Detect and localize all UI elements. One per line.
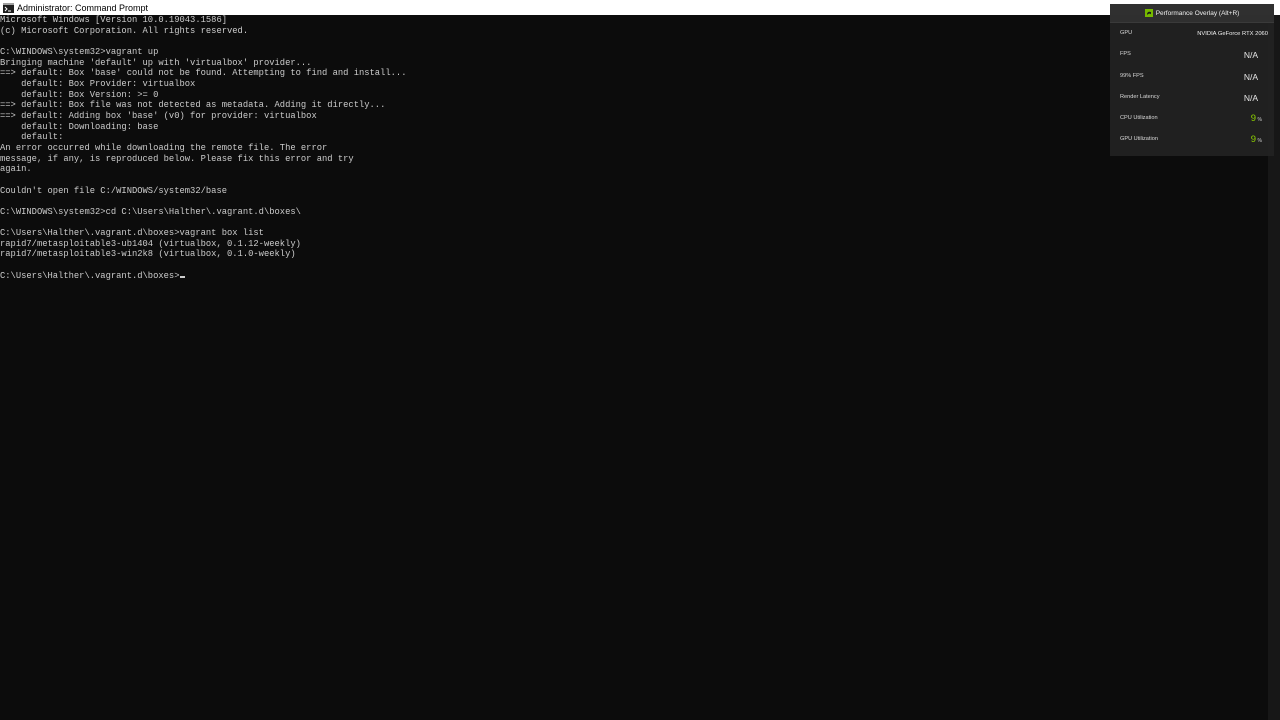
console-line: Bringing machine 'default' up with 'virt… — [0, 57, 312, 68]
console-line: An error occurred while downloading the … — [0, 142, 328, 153]
gpu-label: GPU — [1120, 30, 1133, 36]
render-latency-value: N/A — [1243, 92, 1258, 103]
gpu-utilization-unit: % — [1257, 138, 1262, 145]
console-output[interactable]: Microsoft Windows [Version 10.0.19043.15… — [0, 15, 1268, 720]
command-prompt: C:\Users\Halther\.vagrant.d\boxes> — [0, 270, 180, 281]
console-line: C:\Users\Halther\.vagrant.d\boxes>vagran… — [0, 228, 264, 239]
overlay-title: Performance Overlay (Alt+R) — [1155, 9, 1240, 17]
console-line: (c) Microsoft Corporation. All rights re… — [0, 25, 249, 36]
cpu-utilization-value: 9 — [1250, 113, 1256, 125]
performance-overlay: Performance Overlay (Alt+R) GPU NVIDIA G… — [1110, 4, 1274, 156]
fps-label: FPS — [1120, 51, 1131, 58]
console-line: Couldn't open file C:/WINDOWS/system32/b… — [0, 185, 227, 196]
console-line: rapid7/metasploitable3-ub1404 (virtualbo… — [0, 238, 301, 249]
console-line: Microsoft Windows [Version 10.0.19043.15… — [0, 15, 227, 25]
console-line: default: Downloading: base — [0, 121, 159, 132]
overlay-header: Performance Overlay (Alt+R) — [1110, 4, 1274, 23]
cmd-icon — [3, 2, 14, 13]
overlay-row-latency: Render Latency N/A — [1120, 87, 1268, 108]
console-line: again. — [0, 164, 32, 175]
fps99-value: N/A — [1243, 71, 1258, 82]
text-cursor — [179, 275, 185, 278]
gpu-utilization-value: 9 — [1250, 134, 1256, 146]
gpu-name-value: NVIDIA GeForce RTX 2060 — [1197, 31, 1268, 37]
console-line: default: Box Provider: virtualbox — [0, 78, 196, 89]
overlay-row-gpu: GPU NVIDIA GeForce RTX 2060 — [1120, 23, 1268, 44]
overlay-row-fps: FPS N/A — [1120, 44, 1268, 65]
cpu-utilization-label: CPU Utilization — [1120, 115, 1158, 122]
console-line: C:\WINDOWS\system32>cd C:\Users\Halther\… — [0, 206, 301, 217]
console-line: C:\WINDOWS\system32>vagrant up — [0, 46, 159, 57]
nvidia-logo-icon — [1144, 9, 1153, 17]
console-line: default: — [0, 132, 64, 143]
overlay-row-gpu-util: GPU Utilization 9 % — [1120, 129, 1268, 150]
cpu-utilization-unit: % — [1257, 117, 1262, 124]
command-prompt-window: Administrator: Command Prompt Microsoft … — [0, 0, 1280, 720]
prompt-line[interactable]: C:\Users\Halther\.vagrant.d\boxes> — [0, 271, 1268, 282]
console-line: message, if any, is reproduced below. Pl… — [0, 153, 354, 164]
console-line: ==> default: Box file was not detected a… — [0, 100, 386, 111]
render-latency-label: Render Latency — [1120, 93, 1160, 100]
console-line: ==> default: Adding box 'base' (v0) for … — [0, 110, 317, 121]
gpu-utilization-label: GPU Utilization — [1120, 136, 1158, 143]
console-line: rapid7/metasploitable3-win2k8 (virtualbo… — [0, 249, 296, 260]
window-title: Administrator: Command Prompt — [17, 2, 149, 13]
title-bar[interactable]: Administrator: Command Prompt — [0, 0, 1280, 15]
console-line: ==> default: Box 'base' could not be fou… — [0, 68, 407, 79]
fps-value: N/A — [1243, 50, 1258, 61]
overlay-row-fps99: 99% FPS N/A — [1120, 66, 1268, 87]
overlay-row-cpu: CPU Utilization 9 % — [1120, 108, 1268, 129]
console-line: default: Box Version: >= 0 — [0, 89, 159, 100]
fps99-label: 99% FPS — [1120, 72, 1144, 79]
